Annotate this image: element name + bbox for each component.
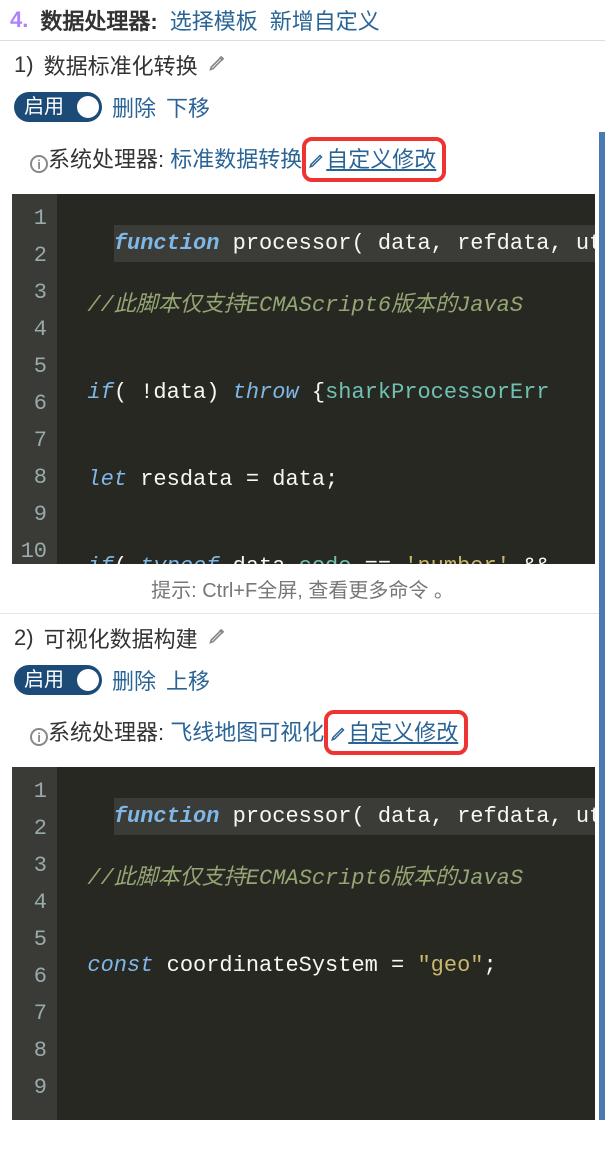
sys-name-link[interactable]: 标准数据转换 <box>170 147 302 172</box>
add-custom-link[interactable]: 新增自定义 <box>270 4 380 36</box>
info-icon: i <box>30 728 48 746</box>
item-name: 可视化数据构建 <box>44 622 198 654</box>
code-area[interactable]: function processor( data, refdata, uti /… <box>57 767 595 1120</box>
enable-toggle[interactable]: 启用 <box>14 665 102 695</box>
enable-toggle[interactable]: 启用 <box>14 92 102 122</box>
item-controls: 启用 删除 上移 <box>0 660 605 700</box>
toggle-label: 启用 <box>24 97 64 117</box>
sys-prefix: 系统处理器: <box>48 147 164 172</box>
section-title: 数据处理器: <box>40 4 157 36</box>
select-template-link[interactable]: 选择模板 <box>170 4 258 36</box>
processor-item-head: 1) 数据标准化转换 <box>0 41 605 87</box>
info-icon: i <box>30 155 48 173</box>
code-editor[interactable]: 12345678910 function processor( data, re… <box>12 194 595 564</box>
item-index: 2) <box>14 625 34 651</box>
toggle-knob <box>77 96 99 118</box>
code-area[interactable]: function processor( data, refdata, uti /… <box>57 194 595 564</box>
item-controls: 启用 删除 下移 <box>0 87 605 127</box>
pencil-icon[interactable] <box>208 625 228 651</box>
move-down-link[interactable]: 下移 <box>166 91 210 123</box>
move-up-link[interactable]: 上移 <box>166 664 210 696</box>
section-number: 4. <box>10 7 28 33</box>
highlight-box: 自定义修改 <box>302 137 446 182</box>
sys-prefix: 系统处理器: <box>48 720 164 745</box>
line-gutter: 12345678910 <box>12 194 57 564</box>
item-index: 1) <box>14 52 34 78</box>
section-header: 4. 数据处理器: 选择模板 新增自定义 <box>0 0 605 41</box>
delete-link[interactable]: 删除 <box>112 664 156 696</box>
sys-name-link[interactable]: 飞线地图可视化 <box>170 720 324 745</box>
delete-link[interactable]: 删除 <box>112 91 156 123</box>
processor-item-head: 2) 可视化数据构建 <box>0 614 605 660</box>
right-scroll-indicator <box>599 132 605 1120</box>
pencil-icon[interactable] <box>208 52 228 78</box>
code-editor[interactable]: 123456789 function processor( data, refd… <box>12 767 595 1120</box>
system-processor-row: i系统处理器: 飞线地图可视化自定义修改 <box>0 700 605 761</box>
toggle-label: 启用 <box>24 670 64 690</box>
editor-hint: 提示: Ctrl+F全屏, 查看更多命令 。 <box>0 568 605 613</box>
custom-edit-link[interactable]: 自定义修改 <box>308 147 436 172</box>
custom-edit-link[interactable]: 自定义修改 <box>330 720 458 745</box>
line-gutter: 123456789 <box>12 767 57 1120</box>
highlight-box: 自定义修改 <box>324 710 468 755</box>
toggle-knob <box>77 669 99 691</box>
system-processor-row: i系统处理器: 标准数据转换自定义修改 <box>0 127 605 188</box>
item-name: 数据标准化转换 <box>44 49 198 81</box>
